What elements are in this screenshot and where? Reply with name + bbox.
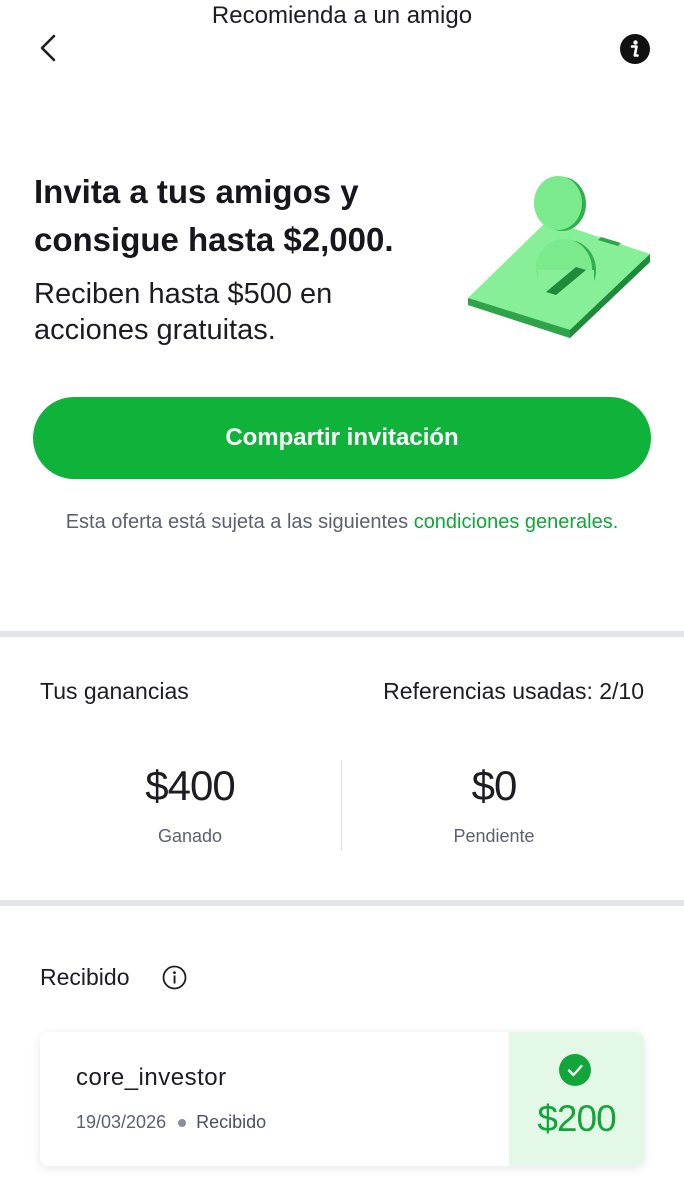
- info-circle-icon[interactable]: [162, 965, 187, 990]
- hero-subtitle: Reciben hasta $500 en acciones gratuitas…: [34, 278, 333, 346]
- terms-text: Esta oferta está sujeta a las siguientes…: [60, 508, 624, 537]
- referrals-used-label: Referencias usadas: 2/10: [383, 678, 644, 704]
- terms-prefix: Esta oferta está sujeta a las siguientes: [65, 511, 414, 533]
- received-label: Recibido: [40, 964, 130, 990]
- chevron-left-icon: [40, 34, 56, 62]
- top-bar: Recomienda a un amigo: [0, 0, 684, 90]
- earned-caption: Ganado: [157, 826, 223, 846]
- info-button[interactable]: [620, 34, 650, 64]
- pending-caption: Pendiente: [453, 826, 535, 846]
- bullet-dot: [178, 1118, 187, 1127]
- referral-amount-box: $200: [509, 1032, 644, 1166]
- referral-status: Recibido: [196, 1112, 267, 1132]
- terms-suffix: .: [612, 511, 619, 533]
- stat-separator: [341, 760, 342, 850]
- hero-title: Invita a tus amigos y consigue hasta $2,…: [34, 173, 394, 258]
- referral-date: 19/03/2026: [76, 1112, 167, 1132]
- pending-value: $0: [471, 762, 518, 809]
- check-circle-icon: [559, 1054, 591, 1086]
- referral-name: core_investor: [76, 1064, 227, 1091]
- share-invitation-button[interactable]: Compartir invitación: [33, 397, 651, 479]
- section-divider: [0, 900, 684, 906]
- back-button[interactable]: [32, 30, 68, 66]
- referral-meta: 19/03/2026 Recibido: [76, 1112, 266, 1133]
- earnings-label: Tus ganancias: [40, 678, 189, 704]
- phone-coins-illustration: [458, 170, 658, 350]
- info-icon: [630, 40, 639, 57]
- terms-link[interactable]: condiciones generales: [414, 511, 613, 533]
- section-divider: [0, 631, 684, 637]
- page-title: Recomienda a un amigo: [211, 2, 473, 29]
- referral-card[interactable]: core_investor 19/03/2026 Recibido $200: [40, 1032, 644, 1166]
- referral-amount: $200: [537, 1098, 616, 1139]
- earned-value: $400: [145, 762, 235, 809]
